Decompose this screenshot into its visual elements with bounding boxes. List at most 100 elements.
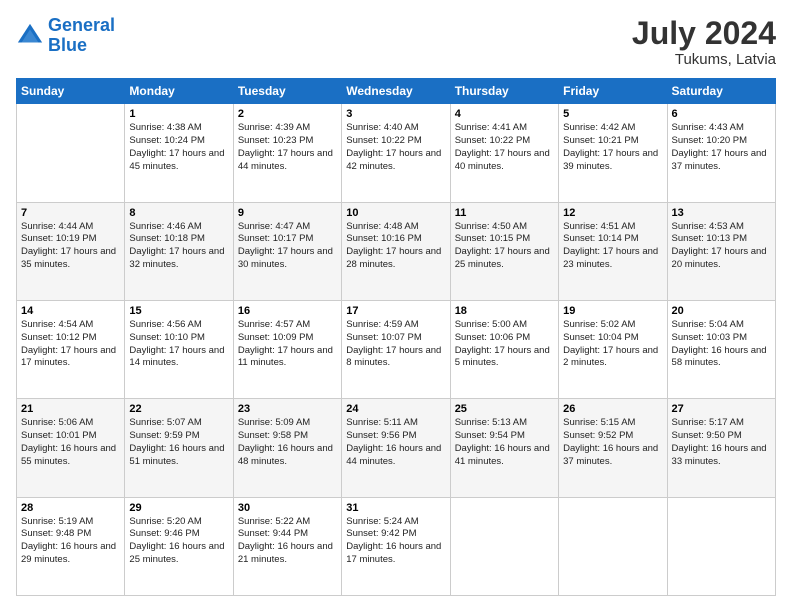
day-info: Sunrise: 5:11 AM Sunset: 9:56 PM Dayligh… [346,417,445,468]
calendar-cell: 7 Sunrise: 4:44 AM Sunset: 10:19 PM Dayli… [17,202,125,300]
day-info: Sunrise: 4:39 AM Sunset: 10:23 PM Daylig… [238,122,337,173]
calendar-cell: 13Sunrise: 4:53 AM Sunset: 10:13 PM Dayl… [667,202,775,300]
month-year: July 2024 [632,16,776,51]
logo-line2: Blue [48,35,87,55]
day-info: Sunrise: 5:09 AM Sunset: 9:58 PM Dayligh… [238,417,337,468]
calendar-cell: 11 Sunrise: 4:50 AM Sunset: 10:15 PM Dayl… [450,202,558,300]
day-info: Sunrise: 5:07 AM Sunset: 9:59 PM Dayligh… [129,417,228,468]
day-info: Sunrise: 4:48 AM Sunset: 10:16 PM Daylig… [346,221,445,272]
calendar-cell: 27 Sunrise: 5:17 AM Sunset: 9:50 PM Dayli… [667,399,775,497]
day-info: Sunrise: 5:02 AM Sunset: 10:04 PM Daylig… [563,319,662,370]
calendar-cell: 14 Sunrise: 4:54 AM Sunset: 10:12 PM Dayl… [17,300,125,398]
calendar-cell: 2 Sunrise: 4:39 AM Sunset: 10:23 PM Dayli… [233,104,341,202]
calendar-week-2: 14 Sunrise: 4:54 AM Sunset: 10:12 PM Dayl… [17,300,776,398]
day-info: Sunrise: 4:54 AM Sunset: 10:12 PM Daylig… [21,319,120,370]
calendar-cell: 24 Sunrise: 5:11 AM Sunset: 9:56 PM Dayli… [342,399,450,497]
weekday-header-tuesday: Tuesday [233,79,341,104]
calendar-cell: 20Sunrise: 5:04 AM Sunset: 10:03 PM Dayl… [667,300,775,398]
title-block: July 2024 Tukums, Latvia [632,16,776,68]
day-number: 25 [455,403,554,415]
day-number: 1 [129,108,228,120]
day-info: Sunrise: 4:38 AM Sunset: 10:24 PM Daylig… [129,122,228,173]
day-info: Sunrise: 5:17 AM Sunset: 9:50 PM Dayligh… [672,417,771,468]
calendar-cell: 25 Sunrise: 5:13 AM Sunset: 9:54 PM Dayli… [450,399,558,497]
day-number: 23 [238,403,337,415]
day-number: 22 [129,403,228,415]
day-info: Sunrise: 4:57 AM Sunset: 10:09 PM Daylig… [238,319,337,370]
day-info: Sunrise: 4:46 AM Sunset: 10:18 PM Daylig… [129,221,228,272]
weekday-header-thursday: Thursday [450,79,558,104]
day-info: Sunrise: 4:56 AM Sunset: 10:10 PM Daylig… [129,319,228,370]
day-info: Sunrise: 5:20 AM Sunset: 9:46 PM Dayligh… [129,516,228,567]
calendar-cell: 18Sunrise: 5:00 AM Sunset: 10:06 PM Dayl… [450,300,558,398]
calendar-cell: 8Sunrise: 4:46 AM Sunset: 10:18 PM Dayli… [125,202,233,300]
calendar-week-3: 21 Sunrise: 5:06 AM Sunset: 10:01 PM Dayl… [17,399,776,497]
day-number: 5 [563,108,662,120]
calendar-cell: 4 Sunrise: 4:41 AM Sunset: 10:22 PM Dayli… [450,104,558,202]
day-info: Sunrise: 4:50 AM Sunset: 10:15 PM Daylig… [455,221,554,272]
day-number: 29 [129,502,228,514]
day-number: 11 [455,207,554,219]
day-info: Sunrise: 5:00 AM Sunset: 10:06 PM Daylig… [455,319,554,370]
day-number: 14 [21,305,120,317]
weekday-header-sunday: Sunday [17,79,125,104]
day-number: 20 [672,305,771,317]
location: Tukums, Latvia [632,51,776,68]
calendar-cell [559,497,667,595]
calendar-week-0: 1 Sunrise: 4:38 AM Sunset: 10:24 PM Dayli… [17,104,776,202]
day-info: Sunrise: 5:13 AM Sunset: 9:54 PM Dayligh… [455,417,554,468]
calendar-cell: 31Sunrise: 5:24 AM Sunset: 9:42 PM Dayli… [342,497,450,595]
calendar-cell: 21 Sunrise: 5:06 AM Sunset: 10:01 PM Dayl… [17,399,125,497]
day-info: Sunrise: 5:15 AM Sunset: 9:52 PM Dayligh… [563,417,662,468]
logo: General Blue [16,16,115,56]
calendar-cell [17,104,125,202]
calendar-cell: 23 Sunrise: 5:09 AM Sunset: 9:58 PM Dayli… [233,399,341,497]
logo-text: General Blue [48,16,115,56]
day-info: Sunrise: 4:59 AM Sunset: 10:07 PM Daylig… [346,319,445,370]
day-info: Sunrise: 4:41 AM Sunset: 10:22 PM Daylig… [455,122,554,173]
day-number: 12 [563,207,662,219]
weekday-header-wednesday: Wednesday [342,79,450,104]
day-number: 26 [563,403,662,415]
calendar-cell: 28 Sunrise: 5:19 AM Sunset: 9:48 PM Dayli… [17,497,125,595]
calendar-cell: 29 Sunrise: 5:20 AM Sunset: 9:46 PM Dayli… [125,497,233,595]
day-number: 3 [346,108,445,120]
day-number: 30 [238,502,337,514]
day-info: Sunrise: 5:06 AM Sunset: 10:01 PM Daylig… [21,417,120,468]
day-number: 10 [346,207,445,219]
calendar-cell: 16 Sunrise: 4:57 AM Sunset: 10:09 PM Dayl… [233,300,341,398]
calendar-cell [450,497,558,595]
day-number: 7 [21,207,120,219]
weekday-header-friday: Friday [559,79,667,104]
calendar-cell: 12 Sunrise: 4:51 AM Sunset: 10:14 PM Dayl… [559,202,667,300]
calendar-cell: 10 Sunrise: 4:48 AM Sunset: 10:16 PM Dayl… [342,202,450,300]
day-number: 13 [672,207,771,219]
day-info: Sunrise: 4:47 AM Sunset: 10:17 PM Daylig… [238,221,337,272]
calendar-cell: 26 Sunrise: 5:15 AM Sunset: 9:52 PM Dayli… [559,399,667,497]
calendar-cell: 15 Sunrise: 4:56 AM Sunset: 10:10 PM Dayl… [125,300,233,398]
day-number: 17 [346,305,445,317]
day-number: 4 [455,108,554,120]
day-number: 9 [238,207,337,219]
day-number: 2 [238,108,337,120]
calendar-cell: 30Sunrise: 5:22 AM Sunset: 9:44 PM Dayli… [233,497,341,595]
day-info: Sunrise: 4:44 AM Sunset: 10:19 PM Daylig… [21,221,120,272]
calendar-cell: 6Sunrise: 4:43 AM Sunset: 10:20 PM Dayli… [667,104,775,202]
day-info: Sunrise: 4:42 AM Sunset: 10:21 PM Daylig… [563,122,662,173]
header: General Blue July 2024 Tukums, Latvia [16,16,776,68]
day-number: 28 [21,502,120,514]
day-info: Sunrise: 5:19 AM Sunset: 9:48 PM Dayligh… [21,516,120,567]
calendar-cell: 3Sunrise: 4:40 AM Sunset: 10:22 PM Dayli… [342,104,450,202]
day-number: 27 [672,403,771,415]
calendar-cell: 5 Sunrise: 4:42 AM Sunset: 10:21 PM Dayli… [559,104,667,202]
day-number: 21 [21,403,120,415]
calendar-cell: 19Sunrise: 5:02 AM Sunset: 10:04 PM Dayl… [559,300,667,398]
day-number: 16 [238,305,337,317]
calendar-cell: 1 Sunrise: 4:38 AM Sunset: 10:24 PM Dayli… [125,104,233,202]
day-number: 6 [672,108,771,120]
day-info: Sunrise: 4:51 AM Sunset: 10:14 PM Daylig… [563,221,662,272]
day-number: 15 [129,305,228,317]
day-number: 24 [346,403,445,415]
calendar-cell: 22 Sunrise: 5:07 AM Sunset: 9:59 PM Dayli… [125,399,233,497]
day-info: Sunrise: 5:24 AM Sunset: 9:42 PM Dayligh… [346,516,445,567]
